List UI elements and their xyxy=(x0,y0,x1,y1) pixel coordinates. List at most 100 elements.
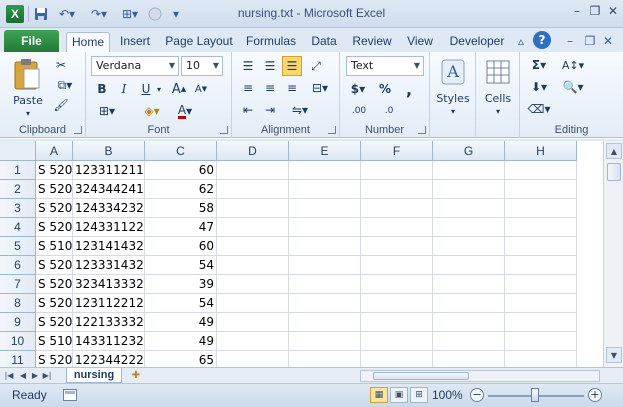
cell-f4[interactable] xyxy=(361,218,433,237)
cell-d1[interactable] xyxy=(217,161,289,180)
cell-d4[interactable] xyxy=(217,218,289,237)
cell-d10[interactable] xyxy=(217,332,289,351)
cell-b5[interactable]: 123141432 xyxy=(73,237,145,256)
cell-f3[interactable] xyxy=(361,199,433,218)
cell-h6[interactable] xyxy=(505,256,577,275)
column-header-e[interactable]: E xyxy=(289,141,361,161)
cell-a8[interactable]: S 5201016 xyxy=(36,294,73,313)
font-launcher-icon[interactable] xyxy=(220,126,228,134)
cell-d3[interactable] xyxy=(217,199,289,218)
cell-e3[interactable] xyxy=(289,199,361,218)
close-button[interactable]: ✕ xyxy=(602,2,623,20)
cell-d9[interactable] xyxy=(217,313,289,332)
fill-icon[interactable]: ⬇▾ xyxy=(526,78,552,96)
cell-h1[interactable] xyxy=(505,161,577,180)
zoom-slider-thumb[interactable] xyxy=(531,388,539,402)
cell-c7[interactable]: 39 xyxy=(145,275,217,294)
alignment-launcher-icon[interactable] xyxy=(328,126,336,134)
cell-h9[interactable] xyxy=(505,313,577,332)
increase-indent-icon[interactable]: ⇥ xyxy=(260,100,280,120)
cell-f1[interactable] xyxy=(361,161,433,180)
cell-c11[interactable]: 65 xyxy=(145,351,217,367)
borders-icon[interactable]: ⊞▾ xyxy=(94,102,120,120)
horizontal-scroll-thumb[interactable] xyxy=(373,372,469,380)
cell-c2[interactable]: 62 xyxy=(145,180,217,199)
cell-e8[interactable] xyxy=(289,294,361,313)
percent-button[interactable]: % xyxy=(376,80,394,98)
cell-e9[interactable] xyxy=(289,313,361,332)
cell-g2[interactable] xyxy=(433,180,505,199)
cells-dropdown-icon[interactable]: ▾ xyxy=(492,106,504,116)
vertical-scroll-thumb[interactable] xyxy=(607,163,621,181)
cells-icon[interactable] xyxy=(484,58,512,86)
cell-f5[interactable] xyxy=(361,237,433,256)
zoom-out-button[interactable]: − xyxy=(470,388,484,402)
macro-record-icon[interactable] xyxy=(62,388,78,402)
increase-decimal-button[interactable]: .00 xyxy=(346,102,372,120)
cell-f9[interactable] xyxy=(361,313,433,332)
autosum-button[interactable]: Σ ▾ xyxy=(526,56,552,74)
cell-a5[interactable]: S 5101298 xyxy=(36,237,73,256)
column-header-b[interactable]: B xyxy=(73,141,145,161)
cell-e4[interactable] xyxy=(289,218,361,237)
cut-icon[interactable]: ✂ xyxy=(52,56,70,74)
row-header[interactable]: 3 xyxy=(0,199,36,218)
cell-a10[interactable]: S 5101090 xyxy=(36,332,73,351)
cell-b2[interactable]: 324344241 xyxy=(73,180,145,199)
column-header-h[interactable]: H xyxy=(505,141,577,161)
format-painter-icon[interactable]: 🖌 xyxy=(52,96,70,114)
zoom-level[interactable]: 100% xyxy=(432,388,463,402)
cell-h5[interactable] xyxy=(505,237,577,256)
insert-sheet-icon[interactable]: ✚ xyxy=(126,369,146,382)
column-header-d[interactable]: D xyxy=(217,141,289,161)
cell-d8[interactable] xyxy=(217,294,289,313)
tab-data[interactable]: Data xyxy=(306,32,342,52)
cell-d6[interactable] xyxy=(217,256,289,275)
clear-icon[interactable]: ⌫▾ xyxy=(526,100,552,118)
minimize-ribbon-icon[interactable]: ▵ xyxy=(514,32,528,50)
cell-b6[interactable]: 123331432 xyxy=(73,256,145,275)
bold-button[interactable]: B xyxy=(94,80,110,98)
next-sheet-icon[interactable]: ▶ xyxy=(30,370,40,382)
cell-b10[interactable]: 143311232 xyxy=(73,332,145,351)
column-header-g[interactable]: G xyxy=(433,141,505,161)
tab-formulas[interactable]: Formulas xyxy=(242,32,300,52)
align-middle-icon[interactable]: ☰ xyxy=(260,56,280,76)
cell-e1[interactable] xyxy=(289,161,361,180)
cell-g1[interactable] xyxy=(433,161,505,180)
cell-f8[interactable] xyxy=(361,294,433,313)
cell-h10[interactable] xyxy=(505,332,577,351)
cell-e10[interactable] xyxy=(289,332,361,351)
row-header[interactable]: 6 xyxy=(0,256,36,275)
decrease-decimal-button[interactable]: .0 xyxy=(376,102,402,120)
row-header[interactable]: 1 xyxy=(0,161,36,180)
cell-h2[interactable] xyxy=(505,180,577,199)
column-header-c[interactable]: C xyxy=(145,141,217,161)
number-launcher-icon[interactable] xyxy=(418,126,426,134)
cell-b8[interactable]: 123112212 xyxy=(73,294,145,313)
cell-f2[interactable] xyxy=(361,180,433,199)
cell-f6[interactable] xyxy=(361,256,433,275)
cell-e7[interactable] xyxy=(289,275,361,294)
row-header[interactable]: 10 xyxy=(0,332,36,351)
select-all-corner[interactable] xyxy=(0,141,36,161)
row-header[interactable]: 9 xyxy=(0,313,36,332)
cell-g9[interactable] xyxy=(433,313,505,332)
row-header[interactable]: 8 xyxy=(0,294,36,313)
scroll-up-icon[interactable]: ▲ xyxy=(606,143,622,159)
underline-dropdown-icon[interactable]: ▾ xyxy=(154,80,164,98)
help-icon[interactable]: ? xyxy=(533,31,551,49)
normal-view-button[interactable]: ▦ xyxy=(370,387,388,403)
comma-button[interactable]: , xyxy=(400,80,418,99)
orientation-icon[interactable]: ⤢ xyxy=(306,56,326,76)
cell-h3[interactable] xyxy=(505,199,577,218)
column-header-a[interactable]: A xyxy=(36,141,73,161)
tab-page-layout[interactable]: Page Layout xyxy=(162,32,236,52)
row-header[interactable]: 5 xyxy=(0,237,36,256)
tab-review[interactable]: Review xyxy=(348,32,396,52)
cell-c9[interactable]: 49 xyxy=(145,313,217,332)
cell-a9[interactable]: S 5201002 xyxy=(36,313,73,332)
cell-h7[interactable] xyxy=(505,275,577,294)
paste-icon[interactable] xyxy=(8,56,46,92)
vertical-scrollbar[interactable]: ▲ ▼ xyxy=(603,141,623,367)
